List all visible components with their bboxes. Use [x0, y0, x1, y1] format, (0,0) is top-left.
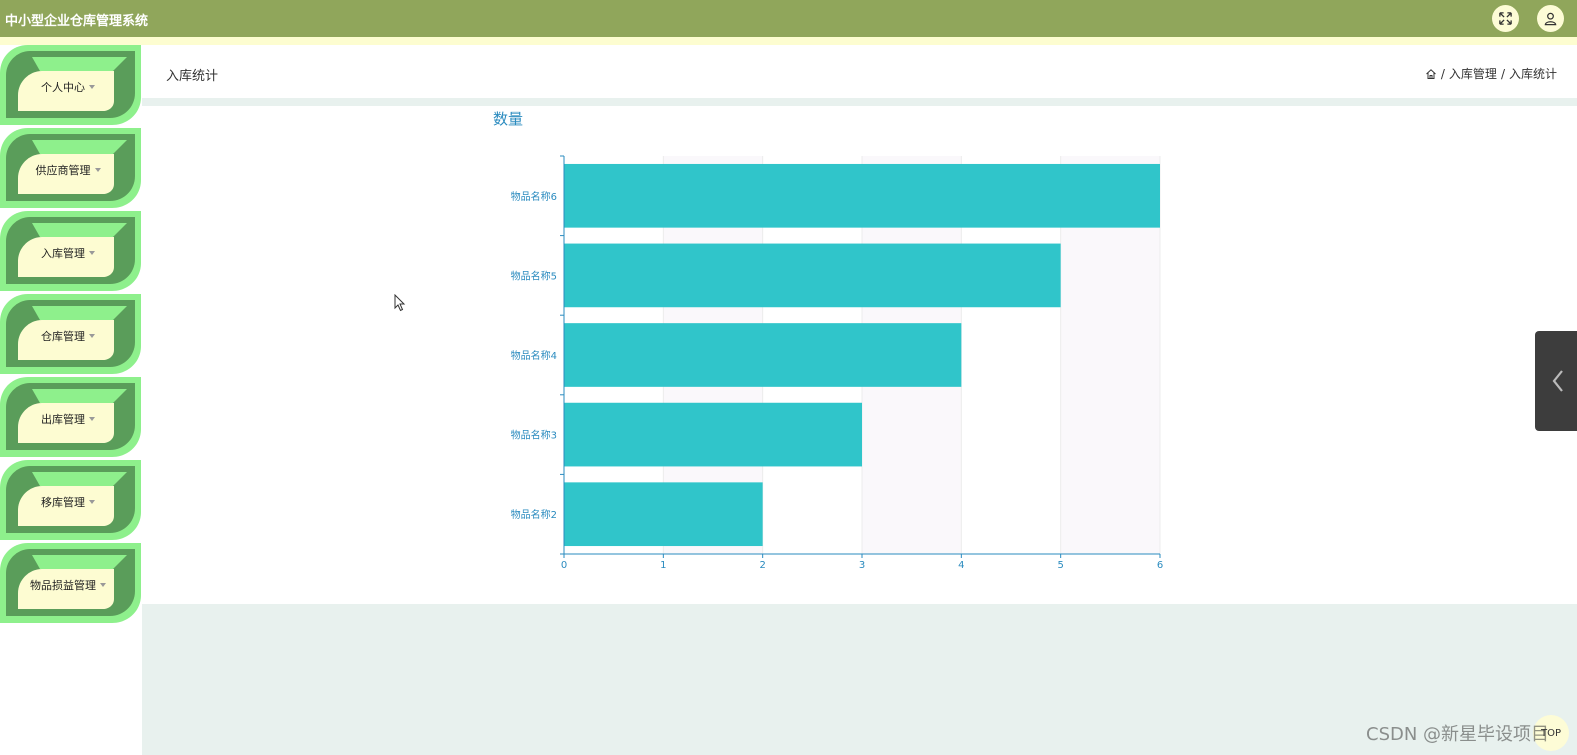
x-tick-label: 3 — [859, 560, 865, 571]
bar — [564, 402, 862, 467]
category-label: 物品名称3 — [511, 429, 557, 442]
category-label: 物品名称6 — [511, 190, 557, 203]
caret-down-icon — [89, 85, 95, 89]
fullscreen-icon — [1499, 12, 1512, 25]
sidebar-item-label: 出库管理 — [41, 413, 85, 426]
user-icon — [1544, 12, 1557, 26]
fullscreen-button[interactable] — [1492, 5, 1519, 32]
breadcrumb: / 入库管理 / 入库统计 — [1425, 65, 1557, 82]
caret-down-icon — [100, 583, 106, 587]
category-label: 物品名称5 — [511, 269, 557, 282]
sidebar-item-label: 供应商管理 — [35, 164, 91, 177]
page-header: 入库统计 / 入库管理 / 入库统计 — [142, 45, 1577, 98]
caret-down-icon — [89, 334, 95, 338]
bar — [564, 323, 962, 387]
bar — [564, 163, 1160, 228]
sidebar-item-warehouse-management[interactable]: 仓库管理 — [0, 294, 142, 374]
sidebar-item-personal-center[interactable]: 个人中心 — [0, 45, 142, 125]
sidebar-item-supplier-management[interactable]: 供应商管理 — [0, 128, 142, 208]
x-tick-label: 1 — [660, 560, 666, 571]
x-tick-label: 5 — [1057, 560, 1063, 571]
sidebar-item-profit-loss-management[interactable]: 物品损益管理 — [0, 543, 142, 623]
x-tick-label: 4 — [958, 560, 964, 571]
breadcrumb-separator: / — [1500, 66, 1505, 81]
bar — [564, 243, 1061, 308]
bar — [564, 482, 763, 547]
side-panel-toggle[interactable] — [1535, 331, 1577, 431]
caret-down-icon — [94, 168, 101, 172]
page-title: 入库统计 — [166, 69, 219, 84]
sidebar-item-label: 仓库管理 — [41, 330, 85, 343]
app-title: 中小型企业仓库管理系统 — [5, 14, 149, 29]
bar-chart: 物品名称6 物品名称5 物品名称4 物品名称3 物品名称2 0 1 2 3 4 5 6 — [511, 155, 1163, 571]
category-label: 物品名称2 — [511, 508, 557, 521]
sidebar-item-label: 移库管理 — [41, 496, 85, 509]
sidebar-item-label: 入库管理 — [41, 247, 85, 260]
category-label: 物品名称4 — [511, 349, 557, 362]
sidebar-item-inbound-management[interactable]: 入库管理 — [0, 211, 142, 291]
top-bar: 中小型企业仓库管理系统 — [0, 0, 1577, 45]
mouse-cursor-icon — [394, 294, 406, 312]
user-button[interactable] — [1537, 5, 1564, 32]
breadcrumb-item[interactable]: 入库管理 — [1449, 65, 1497, 82]
sidebar-item-label: 个人中心 — [41, 81, 85, 94]
header-strip — [0, 37, 1577, 45]
caret-down-icon — [89, 417, 95, 421]
x-tick-label: 6 — [1157, 560, 1163, 571]
caret-down-icon — [89, 251, 95, 255]
sidebar-item-label: 物品损益管理 — [30, 579, 96, 592]
breadcrumb-separator: / — [1440, 66, 1445, 81]
caret-down-icon — [89, 500, 95, 504]
sidebar-item-outbound-management[interactable]: 出库管理 — [0, 377, 142, 457]
chart-panel: 数量 物品名称6 物品名称5 物品名称4 物品名称3 物品名称2 0 1 2 3 4 5 6 — [142, 106, 1577, 604]
chevron-left-icon — [1552, 370, 1563, 392]
breadcrumb-item: 入库统计 — [1508, 67, 1557, 81]
x-tick-label: 2 — [759, 560, 765, 571]
sidebar: 个人中心 供应商管理 入库管理 仓库管理 出库管理 移库管理 物品损益管理 — [0, 45, 142, 755]
watermark: CSDN @新星毕设项目 — [1366, 724, 1550, 745]
x-tick-label: 0 — [561, 560, 567, 571]
sidebar-item-transfer-management[interactable]: 移库管理 — [0, 460, 142, 540]
home-icon[interactable] — [1425, 68, 1437, 80]
